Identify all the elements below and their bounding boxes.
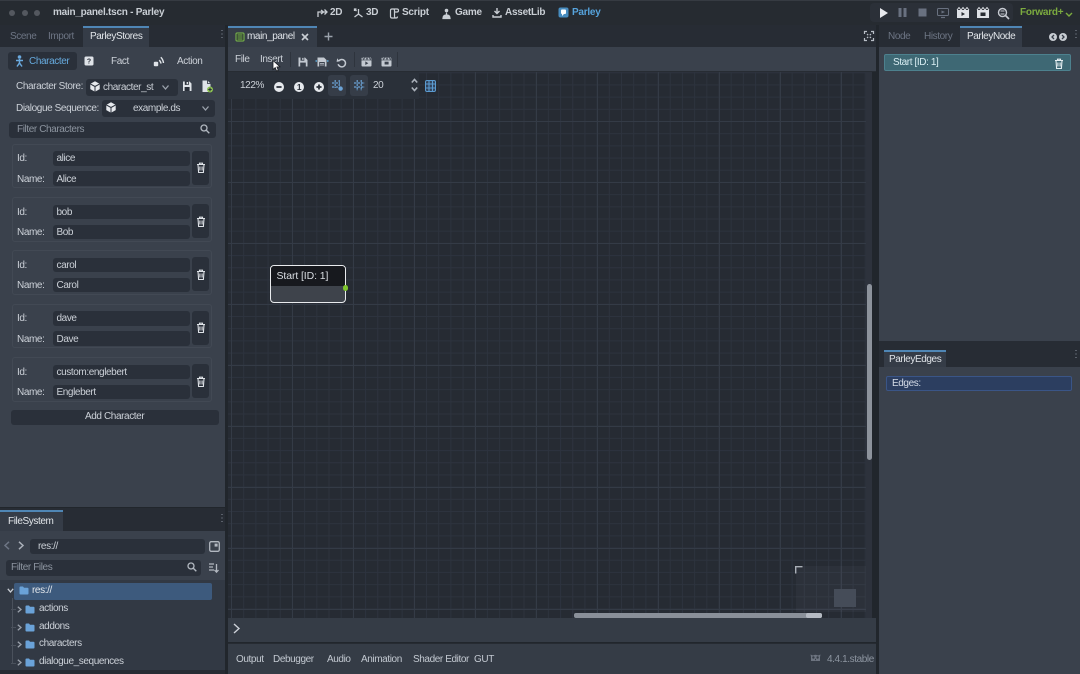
svg-text:?: ? <box>87 59 91 66</box>
svg-text:1: 1 <box>296 82 301 92</box>
